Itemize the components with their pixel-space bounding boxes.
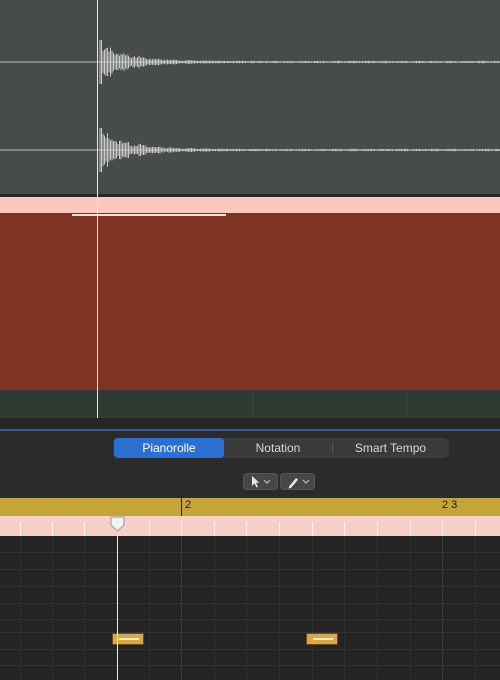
key-row-line — [0, 632, 500, 633]
ruler-tick — [312, 522, 313, 536]
tab-smart-tempo[interactable]: Smart Tempo — [332, 438, 449, 458]
lane-grid-line — [252, 390, 253, 418]
key-row-line — [0, 649, 500, 650]
bar-marker-line — [181, 498, 182, 516]
audio-waveform — [0, 40, 500, 172]
beat-grid-line — [344, 536, 345, 680]
beat-grid-line — [20, 536, 21, 680]
playhead-handle-icon[interactable] — [110, 516, 125, 532]
ruler-tick — [149, 522, 150, 536]
beat-grid-line — [475, 536, 476, 680]
beat-grid-line — [84, 536, 85, 680]
beat-grid-line — [52, 536, 53, 680]
region-ruler-lane[interactable] — [0, 516, 500, 536]
key-row-line — [0, 665, 500, 666]
beat-grid-line — [246, 536, 247, 680]
ruler-tick — [344, 522, 345, 536]
bar-number-2: 2 — [185, 499, 192, 511]
ruler-tick — [20, 522, 21, 536]
ruler-tick — [214, 522, 215, 536]
midi-region-header[interactable] — [0, 197, 500, 213]
bar-grid-line — [442, 536, 443, 680]
tab-pianoroll[interactable]: Pianorolle — [114, 438, 224, 458]
ruler-tick — [52, 522, 53, 536]
midi-region[interactable] — [0, 213, 500, 390]
editor-tab-bar: Pianorolle Notation Smart Tempo — [113, 438, 449, 458]
piano-roll-grid[interactable] — [0, 536, 500, 680]
key-row-line — [0, 569, 500, 570]
beat-grid-line — [312, 536, 313, 680]
beat-grid-line — [149, 536, 150, 680]
lane-grid-line — [406, 390, 407, 418]
beat-grid-line — [410, 536, 411, 680]
audio-track-region[interactable] — [0, 0, 500, 194]
pointer-tool-icon — [252, 476, 271, 488]
beat-grid-line — [214, 536, 215, 680]
pointer-tool-button[interactable] — [243, 473, 278, 490]
ruler-tick — [84, 522, 85, 536]
ruler-tick — [181, 522, 182, 536]
beat-grid-line — [377, 536, 378, 680]
ruler-tick — [410, 522, 411, 536]
editor-playhead-line[interactable] — [117, 527, 118, 680]
bar-number-2-3: 2 3 — [442, 499, 458, 511]
pencil-tool-button[interactable] — [280, 473, 315, 490]
key-row-line — [0, 603, 500, 604]
ruler-tick — [279, 522, 280, 536]
bar-ruler[interactable] — [0, 498, 500, 516]
key-row-line — [0, 586, 500, 587]
midi-note-preview — [72, 214, 226, 216]
key-row-line — [0, 619, 500, 620]
key-row-line — [0, 552, 500, 553]
midi-note[interactable] — [306, 633, 338, 645]
empty-track-lane[interactable] — [0, 390, 500, 418]
ruler-tick — [442, 522, 443, 536]
ruler-tick — [377, 522, 378, 536]
bar-grid-line — [181, 536, 182, 680]
ruler-tick — [475, 522, 476, 536]
ruler-tick — [246, 522, 247, 536]
beat-grid-line — [279, 536, 280, 680]
tab-notation[interactable]: Notation — [224, 438, 332, 458]
playhead-line[interactable] — [97, 0, 98, 418]
pencil-tool-icon — [288, 478, 310, 489]
